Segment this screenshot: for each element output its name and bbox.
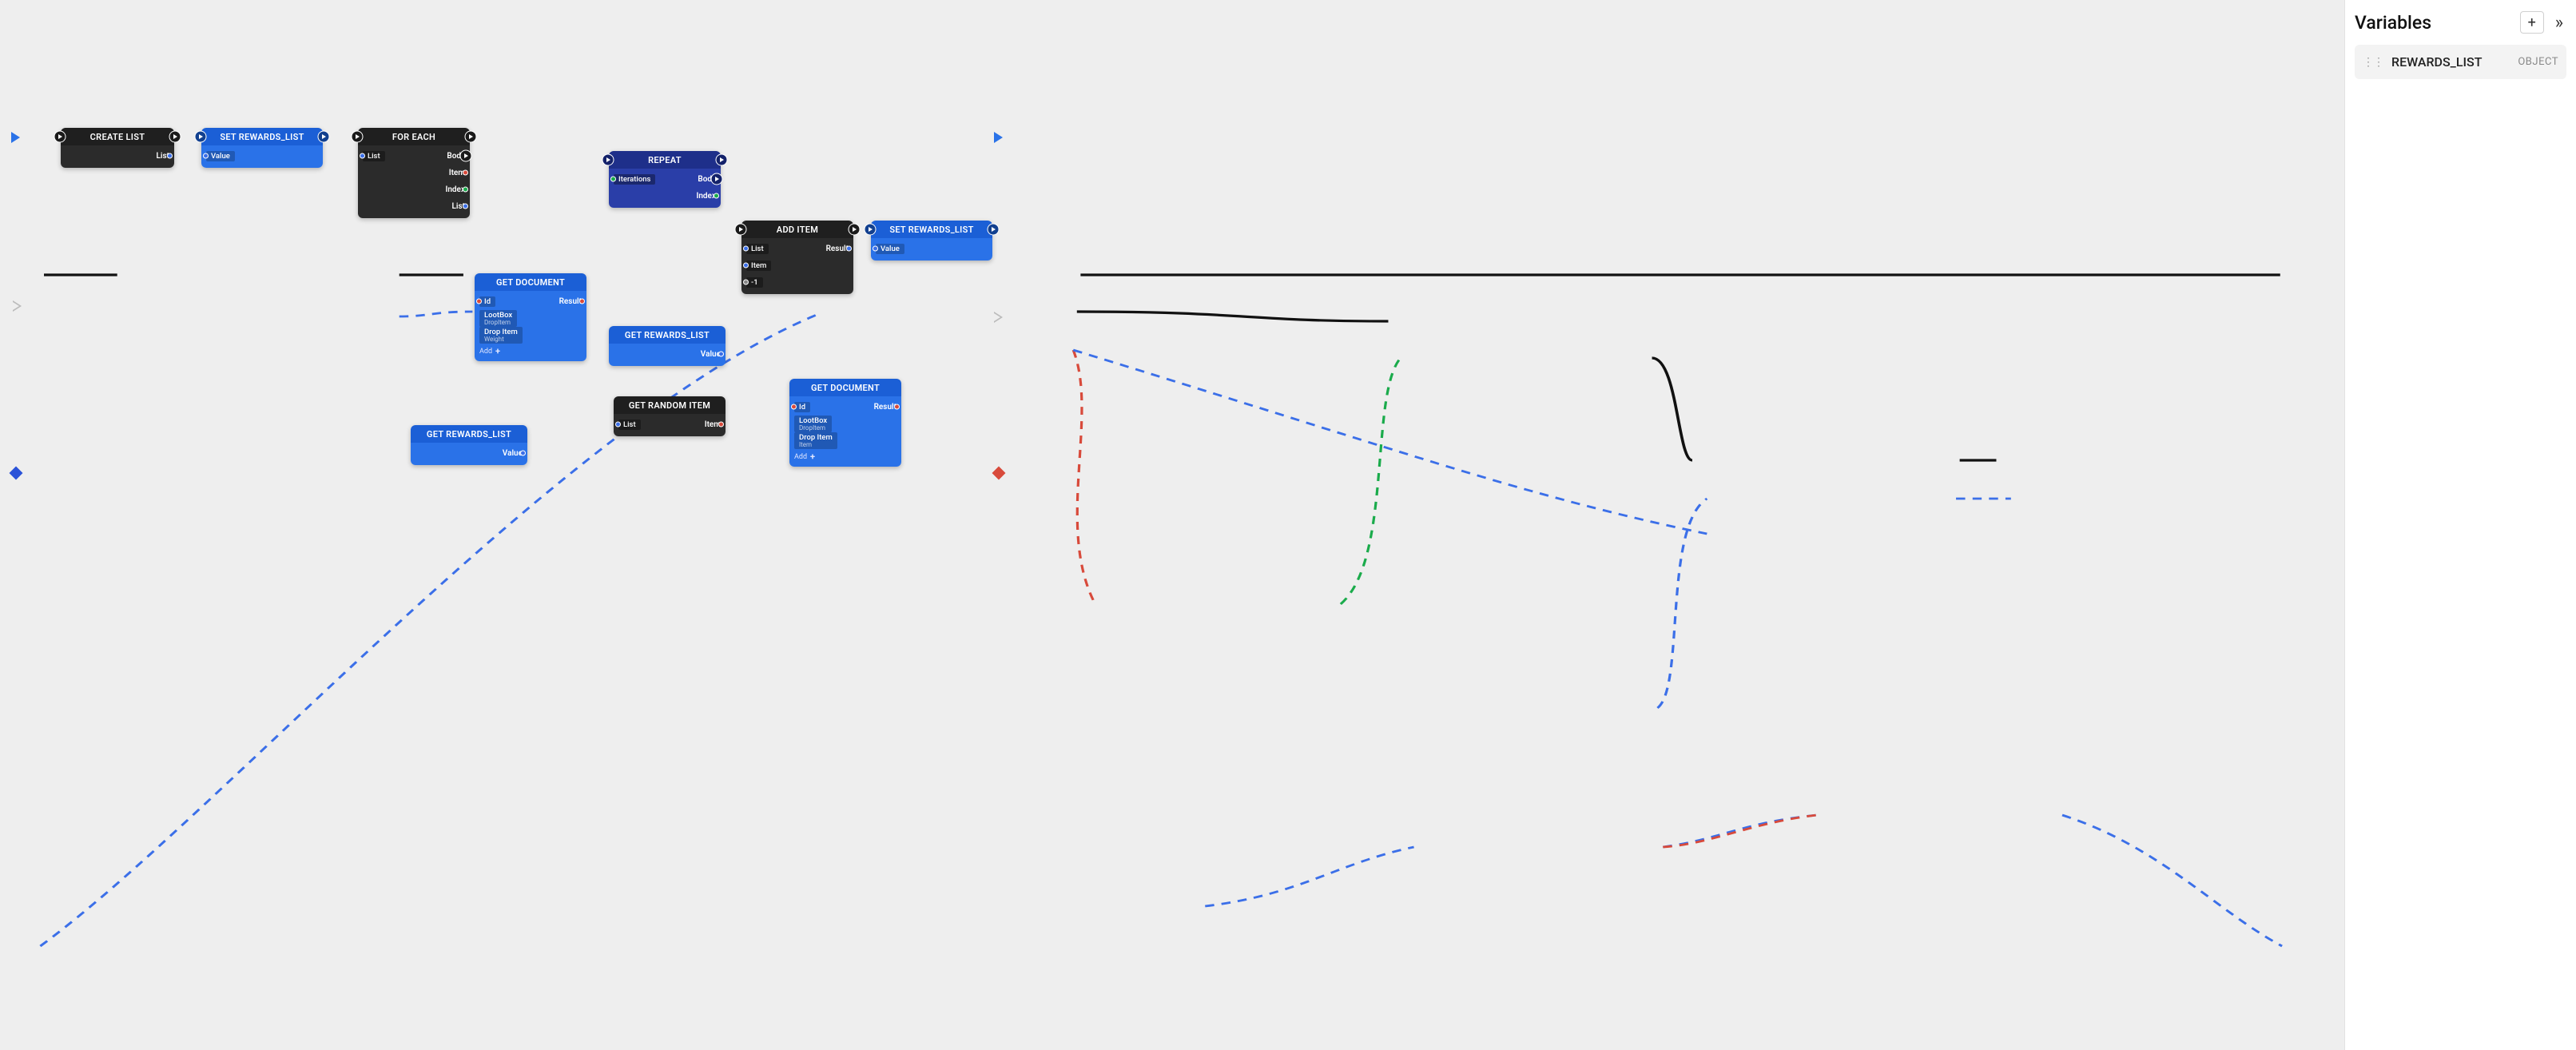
flow-mid-left-anchor[interactable] (13, 300, 22, 312)
port-dot[interactable] (743, 263, 749, 268)
node-header[interactable]: GET RANDOM ITEM (614, 396, 725, 414)
node-add-item[interactable]: ADD ITEM List Result Item -1 (741, 221, 853, 294)
port-in-item[interactable]: Item (746, 261, 771, 271)
variable-row[interactable]: ⋮⋮ REWARDS_LIST OBJECT (2355, 45, 2566, 79)
node-header[interactable]: GET REWARDS_LIST (411, 425, 527, 443)
port-dot[interactable] (743, 246, 749, 252)
variable-name: REWARDS_LIST (2391, 54, 2510, 70)
port-out-result: Result (559, 297, 582, 306)
node-header[interactable]: ADD ITEM (741, 221, 853, 238)
port-in-value[interactable]: Value (876, 244, 904, 254)
app-root: .dash { stroke-dasharray: 5 4; fill:none… (0, 0, 2576, 1050)
port-out-result: Result (826, 245, 849, 253)
node-get-random-item[interactable]: GET RANDOM ITEM List Item (614, 396, 725, 436)
port-dot[interactable] (167, 153, 173, 159)
port-dot[interactable] (476, 299, 482, 304)
port-in-list[interactable]: List (363, 151, 385, 161)
port-dot[interactable] (610, 177, 616, 182)
data-entry-anchor[interactable] (10, 467, 23, 480)
port-dot[interactable] (520, 451, 526, 456)
port-dot[interactable] (718, 352, 724, 357)
node-create-list[interactable]: CREATE LIST List (61, 128, 174, 168)
add-variable-button[interactable]: + (2520, 11, 2544, 34)
node-repeat[interactable]: REPEAT Iterations Body Index (609, 151, 721, 208)
port-dot[interactable] (203, 153, 209, 159)
node-title: GET DOCUMENT (811, 383, 880, 393)
port-dot[interactable] (463, 204, 468, 209)
port-in-value[interactable]: Value (206, 151, 235, 161)
node-title: GET REWARDS_LIST (625, 330, 710, 340)
graph-canvas[interactable]: .dash { stroke-dasharray: 5 4; fill:none… (0, 0, 2344, 1050)
node-header[interactable]: REPEAT (609, 151, 721, 169)
graph-canvas-inner: .dash { stroke-dasharray: 5 4; fill:none… (0, 0, 2344, 1050)
port-dot[interactable] (714, 193, 719, 199)
drag-handle-icon[interactable]: ⋮⋮ (2363, 57, 2383, 68)
node-title: CREATE LIST (90, 132, 145, 142)
node-header[interactable]: CREATE LIST (61, 128, 174, 145)
field-lootbox[interactable]: LootBox DropItem (794, 416, 832, 432)
port-dot[interactable] (360, 153, 365, 159)
data-exit-anchor[interactable] (992, 467, 1006, 480)
node-header[interactable]: GET REWARDS_LIST (609, 326, 725, 344)
port-dot[interactable] (463, 170, 468, 176)
wires-layer: .dash { stroke-dasharray: 5 4; fill:none… (0, 0, 2344, 1050)
port-in-list[interactable]: List (618, 420, 641, 430)
collapse-panel-button[interactable]: » (2552, 13, 2566, 33)
variables-title: Variables (2355, 12, 2431, 34)
port-in-iterations[interactable]: Iterations (614, 174, 655, 185)
node-title: GET DOCUMENT (496, 277, 565, 288)
add-field-button[interactable]: Add+ (794, 451, 896, 462)
port-dot[interactable] (579, 299, 585, 304)
port-dot[interactable] (743, 280, 749, 285)
node-header[interactable]: SET REWARDS_LIST (201, 128, 323, 145)
node-title: REPEAT (648, 155, 682, 165)
node-get-rewards-2[interactable]: GET REWARDS_LIST Value (411, 425, 527, 465)
field-lootbox[interactable]: LootBox DropItem (479, 310, 517, 327)
node-title: SET REWARDS_LIST (220, 132, 304, 142)
node-header[interactable]: GET DOCUMENT (475, 273, 586, 291)
node-title: FOR EACH (392, 132, 435, 142)
flow-mid-right-anchor[interactable] (994, 312, 1003, 323)
port-dot[interactable] (791, 404, 797, 410)
variables-panel-header: Variables + » (2355, 11, 2566, 34)
flow-exit-anchor[interactable] (994, 132, 1003, 143)
port-in-list[interactable]: List (746, 244, 769, 254)
variables-panel: Variables + » ⋮⋮ REWARDS_LIST OBJECT (2344, 0, 2576, 1050)
port-dot[interactable] (463, 187, 468, 193)
variable-type: OBJECT (2518, 56, 2558, 68)
node-header[interactable]: FOR EACH (358, 128, 470, 145)
node-title: ADD ITEM (777, 225, 818, 235)
node-title: GET RANDOM ITEM (629, 400, 710, 411)
node-title: GET REWARDS_LIST (427, 429, 511, 439)
port-dot[interactable] (873, 246, 878, 252)
port-out-result: Result (874, 403, 896, 412)
port-dot[interactable] (718, 422, 724, 428)
node-get-rewards-1[interactable]: GET REWARDS_LIST Value (609, 326, 725, 366)
node-title: SET REWARDS_LIST (889, 225, 973, 235)
port-in-index[interactable]: -1 (746, 277, 763, 288)
node-get-document-1[interactable]: GET DOCUMENT Id Result LootBox DropItem (475, 273, 586, 361)
node-for-each[interactable]: FOR EACH List Body Item (358, 128, 470, 218)
add-field-button[interactable]: Add+ (479, 346, 582, 356)
port-dot[interactable] (894, 404, 900, 410)
node-set-rewards-2[interactable]: SET REWARDS_LIST Value (871, 221, 992, 261)
node-header[interactable]: SET REWARDS_LIST (871, 221, 992, 238)
port-dot[interactable] (846, 246, 852, 252)
field-dropitem-item[interactable]: Drop Item Item (794, 432, 837, 449)
node-get-document-2[interactable]: GET DOCUMENT Id Result LootBox DropItem (789, 379, 901, 467)
port-in-id[interactable]: Id (794, 402, 810, 412)
node-set-rewards-1[interactable]: SET REWARDS_LIST Value (201, 128, 323, 168)
flow-entry-anchor[interactable] (11, 132, 20, 143)
node-header[interactable]: GET DOCUMENT (789, 379, 901, 396)
port-in-id[interactable]: Id (479, 296, 495, 307)
port-dot[interactable] (615, 422, 621, 428)
field-dropitem-weight[interactable]: Drop Item Weight (479, 327, 523, 344)
